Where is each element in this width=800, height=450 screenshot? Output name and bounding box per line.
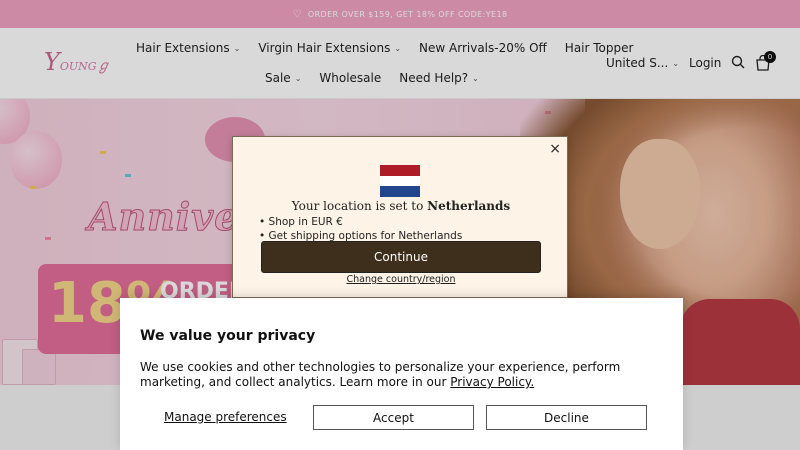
location-modal: × Your location is set to Netherlands Sh…	[232, 136, 568, 298]
flag-stripe-red	[380, 165, 420, 176]
privacy-policy-link[interactable]: Privacy Policy.	[450, 375, 534, 389]
privacy-title: We value your privacy	[140, 328, 316, 344]
location-country: Netherlands	[427, 199, 511, 213]
list-item: Shop in EUR €	[259, 215, 462, 229]
privacy-banner: We value your privacy We use cookies and…	[120, 298, 683, 450]
privacy-text: We use cookies and other technologies to…	[140, 360, 621, 389]
change-country-link[interactable]: Change country/region	[233, 274, 569, 285]
continue-button[interactable]: Continue	[261, 241, 541, 273]
flag-stripe-white	[380, 175, 420, 187]
location-benefits-list: Shop in EUR € Get shipping options for N…	[259, 215, 463, 243]
accept-button[interactable]: Accept	[313, 405, 474, 430]
netherlands-flag-icon	[380, 165, 420, 197]
manage-preferences-link[interactable]: Manage preferences	[164, 410, 287, 424]
close-icon[interactable]: ×	[549, 141, 561, 157]
location-title: Your location is set to Netherlands	[291, 199, 511, 213]
flag-stripe-blue	[380, 186, 420, 197]
decline-button[interactable]: Decline	[486, 405, 647, 430]
